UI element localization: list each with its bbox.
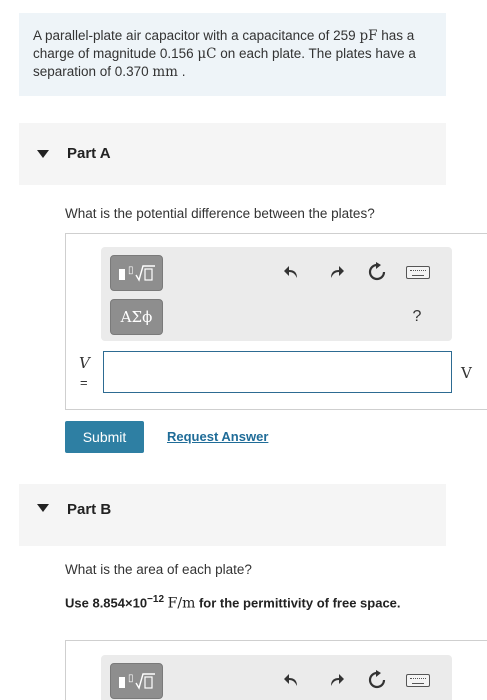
undo-icon[interactable]	[281, 669, 303, 691]
math-template-icon: ▯	[118, 265, 155, 282]
reset-icon[interactable]	[365, 668, 389, 692]
answer-input[interactable]	[103, 351, 452, 393]
part-b-question: What is the area of each plate?	[65, 562, 252, 577]
note-text-2: for the permittivity of free space.	[195, 595, 401, 611]
redo-icon[interactable]	[325, 669, 347, 691]
part-b-header[interactable]: Part B	[19, 484, 446, 546]
svg-text:▯: ▯	[128, 673, 134, 684]
math-template-icon: ▯	[118, 673, 155, 690]
redo-icon[interactable]	[325, 261, 347, 283]
note-unit: F/m	[167, 595, 196, 612]
variable-label: V	[79, 354, 90, 372]
separation-unit: mm	[152, 64, 178, 80]
part-a-title: Part A	[67, 145, 111, 162]
equals-sign: =	[80, 375, 88, 390]
part-a-question: What is the potential difference between…	[65, 206, 375, 221]
svg-text:▯: ▯	[128, 265, 134, 276]
math-toolbar: ▯ ΑΣϕ ?	[101, 247, 452, 341]
submit-button[interactable]: Submit	[65, 421, 144, 453]
reset-icon[interactable]	[365, 260, 389, 284]
math-template-button[interactable]: ▯	[110, 255, 163, 291]
collapse-triangle-icon[interactable]	[37, 504, 49, 512]
request-answer-link[interactable]: Request Answer	[167, 429, 268, 444]
answer-unit: V	[461, 364, 472, 382]
help-button[interactable]: ?	[409, 307, 425, 327]
note-exponent: −12	[147, 594, 165, 605]
math-template-button[interactable]: ▯	[110, 663, 163, 699]
problem-text-4: .	[177, 64, 186, 79]
problem-text: A parallel-plate air capacitor with a ca…	[33, 28, 360, 43]
charge-unit: μC	[197, 46, 217, 62]
greek-symbols-button[interactable]: ΑΣϕ	[110, 299, 163, 335]
collapse-triangle-icon[interactable]	[37, 150, 49, 158]
capacitance-unit: pF	[359, 28, 378, 44]
part-a-header[interactable]: Part A	[19, 123, 446, 185]
part-b-title: Part B	[67, 501, 112, 518]
note-text: Use 8.854×10	[65, 595, 148, 611]
problem-statement: A parallel-plate air capacitor with a ca…	[19, 13, 446, 96]
math-toolbar-b: ▯	[101, 655, 452, 700]
permittivity-note: Use 8.854×10−12 F/m for the permittivity…	[65, 590, 425, 613]
keyboard-icon[interactable]	[406, 674, 430, 687]
undo-icon[interactable]	[281, 261, 303, 283]
keyboard-icon[interactable]	[406, 266, 430, 279]
